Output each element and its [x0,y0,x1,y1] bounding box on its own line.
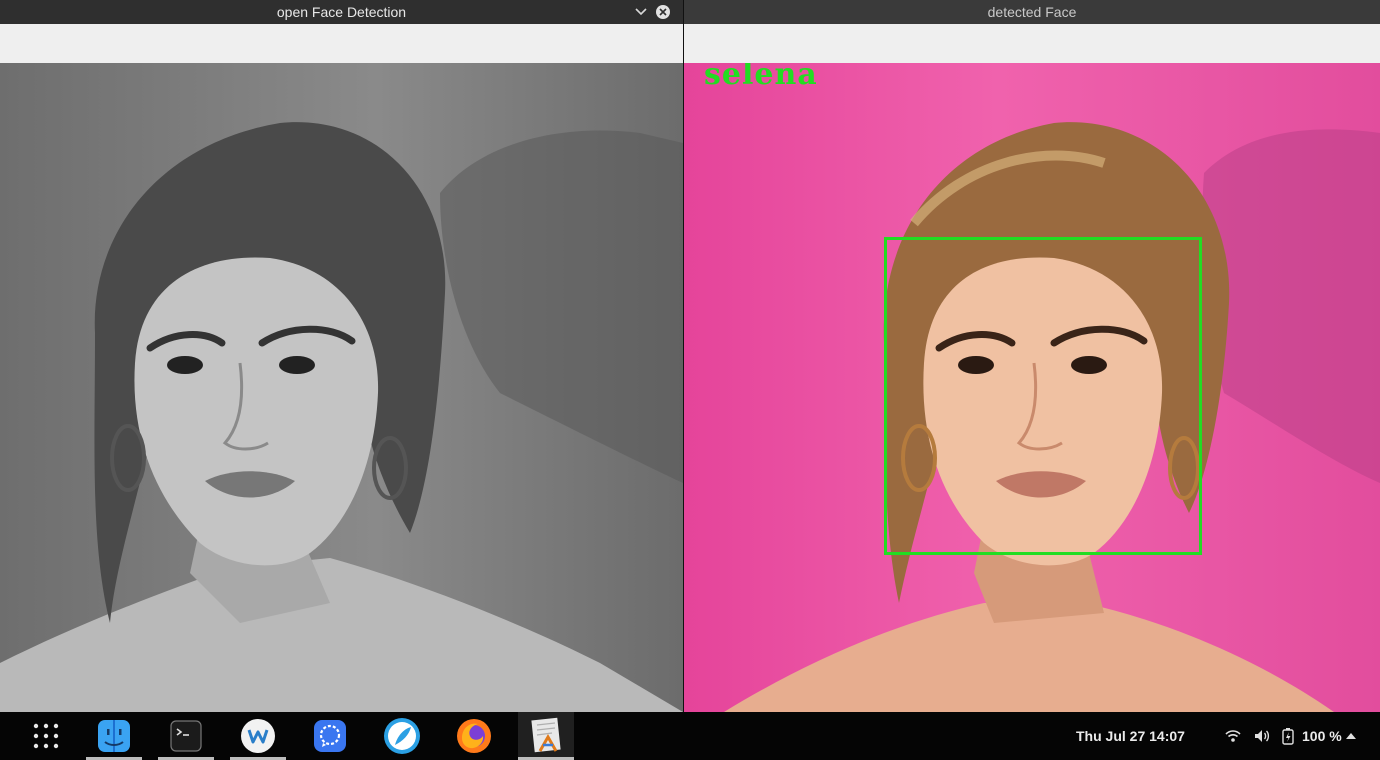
volume-indicator[interactable] [1254,712,1270,760]
text-editor-icon [531,717,561,753]
grayscale-image [0,63,683,712]
right-titlebar[interactable]: detected Face [684,0,1380,24]
left-titlebar[interactable]: open Face Detection [0,0,683,24]
right-window: detected Face selena [684,0,1380,712]
right-window-title: detected Face [987,4,1077,20]
text-editor-button[interactable] [518,712,574,760]
left-window: open Face Detection [0,0,683,712]
firefox-button[interactable] [446,712,502,760]
app-grid-icon [33,723,59,749]
signal-button[interactable] [302,712,358,760]
terminal-icon [170,720,202,752]
wifi-indicator[interactable] [1225,712,1241,760]
right-toolbar [684,24,1380,64]
kde-connect-button[interactable] [230,712,286,760]
chevron-up-icon [1346,733,1356,739]
left-window-title: open Face Detection [276,4,407,20]
battery-percent: 100 % [1302,728,1342,744]
wifi-icon [1225,730,1241,742]
minimize-button[interactable] [631,2,651,22]
battery-charging-icon [1282,728,1294,745]
clock[interactable]: Thu Jul 27 14:07 [1076,712,1185,760]
firefox-icon [457,719,491,753]
signal-icon [314,720,346,752]
taskbar: Thu Jul 27 14:07 100 % [0,712,1380,760]
terminal-button[interactable] [158,712,214,760]
feather-app-button[interactable] [374,712,430,760]
face-bounding-box [884,237,1202,555]
detection-label: selena [704,63,818,92]
app-grid-button[interactable] [18,712,74,760]
battery-indicator[interactable]: 100 % [1282,712,1342,760]
close-button[interactable] [653,2,673,22]
grayscale-portrait [0,122,683,712]
detected-image: selena [684,63,1380,712]
feather-app-icon [384,718,420,754]
tray-menu-button[interactable] [1345,712,1357,760]
left-toolbar [0,24,683,64]
volume-icon [1255,730,1270,742]
close-icon [656,5,670,19]
chevron-down-icon [635,8,647,16]
kde-connect-icon [241,719,275,753]
finder-icon [98,720,130,752]
finder-button[interactable] [86,712,142,760]
